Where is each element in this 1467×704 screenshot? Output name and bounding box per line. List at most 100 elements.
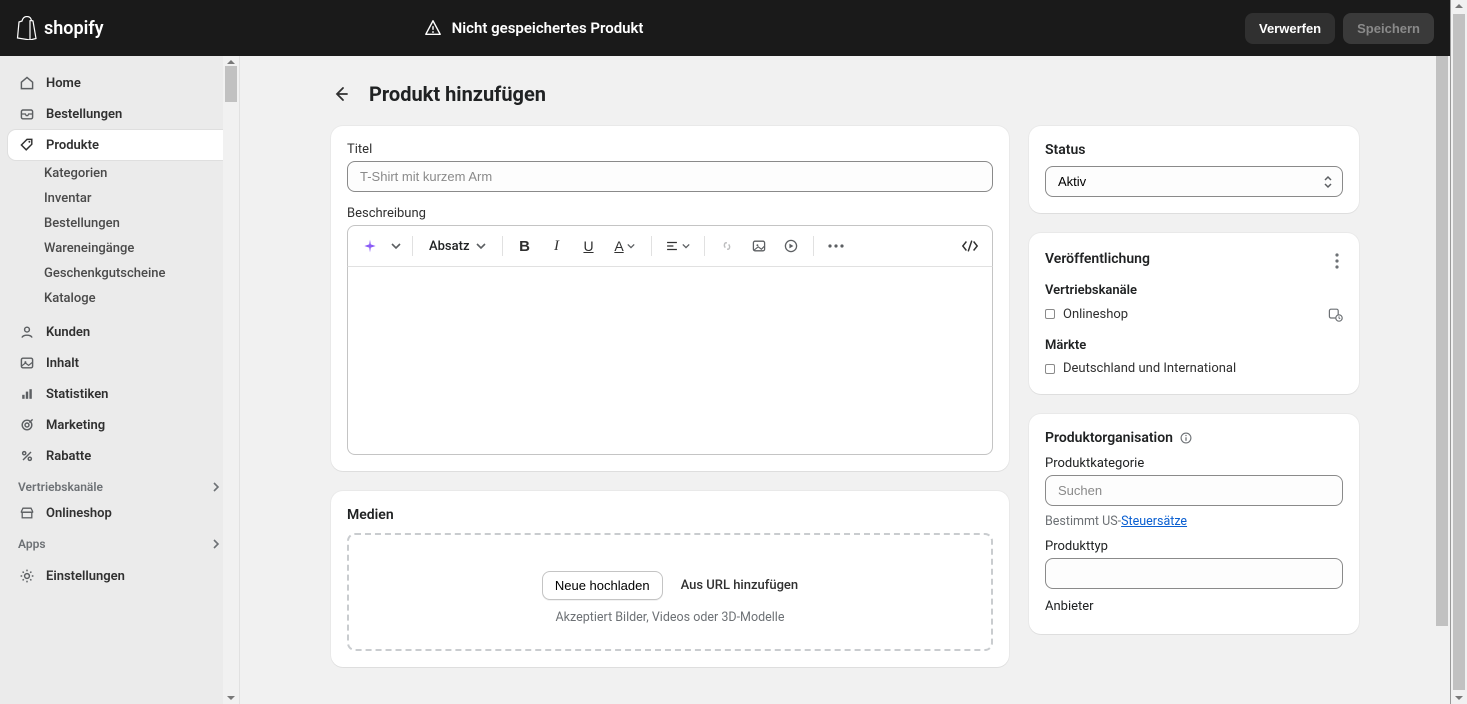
nav-sub-incoming[interactable]: Wareneingänge (8, 236, 231, 261)
sidebar-scrollbar[interactable] (223, 56, 239, 704)
nav-products[interactable]: Produkte (8, 130, 231, 160)
nav-sub-giftcards[interactable]: Geschenkgutscheine (8, 261, 231, 286)
media-dropzone[interactable]: Neue hochladen Aus URL hinzufügen Akzept… (347, 533, 993, 651)
info-icon[interactable] (1179, 431, 1193, 445)
vendor-label: Anbieter (1045, 599, 1343, 614)
channels-section-label[interactable]: Vertriebskanäle (8, 472, 231, 498)
category-label: Produktkategorie (1045, 456, 1343, 471)
nav-content-label: Inhalt (46, 356, 79, 371)
category-search-input[interactable] (1045, 475, 1343, 506)
channel-onlinestore: Onlineshop (1045, 304, 1343, 324)
brand-logo[interactable]: shopify (16, 16, 104, 40)
nav-content[interactable]: Inhalt (8, 348, 231, 378)
ai-chevron-button[interactable] (388, 232, 404, 260)
window-scrollbar[interactable] (1451, 0, 1467, 704)
nav-discounts-label: Rabatte (46, 449, 91, 464)
nav-products-label: Produkte (46, 138, 99, 153)
scroll-down-icon (226, 693, 236, 703)
image-icon (18, 354, 36, 372)
underline-button[interactable]: U (575, 232, 603, 260)
editor-toolbar: Absatz B I U A (347, 225, 993, 267)
nav-settings[interactable]: Einstellungen (8, 561, 231, 591)
nav-marketing[interactable]: Marketing (8, 410, 231, 440)
align-button[interactable] (660, 232, 696, 260)
inbox-icon (18, 105, 36, 123)
nav-customers[interactable]: Kunden (8, 317, 231, 347)
type-input[interactable] (1045, 558, 1343, 589)
video-button[interactable] (777, 232, 805, 260)
card-organization: Produktorganisation Produktkategorie Bes… (1029, 414, 1359, 634)
publishing-menu-button[interactable] (1331, 249, 1343, 273)
chevron-down-icon (682, 242, 690, 250)
more-button[interactable] (822, 232, 850, 260)
main-scrollbar[interactable] (1434, 56, 1450, 704)
channels-heading: Vertriebskanäle (1045, 283, 1343, 298)
target-icon (18, 416, 36, 434)
title-label: Titel (347, 142, 993, 157)
from-url-link[interactable]: Aus URL hinzufügen (681, 578, 799, 593)
nav-sub-categories[interactable]: Kategorien (8, 161, 231, 186)
scroll-down-icon (1454, 694, 1464, 702)
media-label: Medien (347, 507, 993, 523)
card-title-desc: Titel Beschreibung Absatz (331, 126, 1009, 471)
brand-text: shopify (44, 18, 104, 39)
percent-icon (18, 447, 36, 465)
sidebar-scroll-thumb[interactable] (225, 66, 237, 102)
upload-button[interactable]: Neue hochladen (542, 571, 663, 600)
scroll-up-icon (1454, 2, 1464, 10)
warning-icon (424, 19, 442, 37)
type-label: Produkttyp (1045, 539, 1343, 554)
nav-onlinestore[interactable]: Onlineshop (8, 498, 231, 528)
bars-icon (18, 385, 36, 403)
nav-home-label: Home (46, 76, 81, 91)
ring-icon (1045, 309, 1055, 319)
main-scroll-thumb[interactable] (1436, 56, 1448, 626)
code-view-button[interactable] (956, 232, 984, 260)
calendar-clock-icon (1327, 306, 1343, 322)
editor-body[interactable] (347, 267, 993, 455)
sidebar: Home Bestellungen Produkte Kategorien In… (0, 56, 240, 704)
bold-button[interactable]: B (511, 232, 539, 260)
chevron-down-icon (391, 241, 401, 251)
publishing-title: Veröffentlichung (1045, 251, 1150, 267)
arrow-left-icon (331, 84, 351, 104)
window-scroll-thumb[interactable] (1453, 14, 1465, 690)
card-status: Status Aktiv (1029, 126, 1359, 213)
unsaved-text: Nicht gespeichertes Produkt (452, 19, 644, 37)
back-button[interactable] (327, 80, 355, 108)
media-help: Akzeptiert Bilder, Videos oder 3D-Modell… (365, 610, 975, 625)
nav-customers-label: Kunden (46, 325, 90, 340)
nav-sub-catalogs[interactable]: Kataloge (8, 286, 231, 311)
nav-sub-orders[interactable]: Bestellungen (8, 211, 231, 236)
discard-button[interactable]: Verwerfen (1245, 13, 1335, 44)
nav-marketing-label: Marketing (46, 418, 105, 433)
nav-orders[interactable]: Bestellungen (8, 99, 231, 129)
person-icon (18, 323, 36, 341)
italic-button[interactable]: I (543, 232, 571, 260)
paragraph-select[interactable]: Absatz (421, 235, 494, 258)
nav-onlinestore-label: Onlineshop (46, 506, 112, 521)
text-color-button[interactable]: A (607, 232, 643, 260)
status-select[interactable]: Aktiv (1045, 166, 1343, 197)
image-button[interactable] (745, 232, 773, 260)
title-input[interactable] (347, 161, 993, 192)
shopify-bag-icon (16, 16, 38, 40)
home-icon (18, 74, 36, 92)
nav-discounts[interactable]: Rabatte (8, 441, 231, 471)
tag-icon (18, 136, 36, 154)
save-button: Speichern (1343, 13, 1434, 44)
nav-orders-label: Bestellungen (46, 107, 122, 122)
link-button[interactable] (713, 232, 741, 260)
nav-sub-inventory[interactable]: Inventar (8, 186, 231, 211)
tax-help: Bestimmt US-Steuersätze (1045, 514, 1343, 529)
schedule-button[interactable] (1327, 306, 1343, 322)
tax-link[interactable]: Steuersätze (1121, 514, 1187, 529)
kebab-icon (1335, 253, 1339, 269)
status-label: Status (1045, 142, 1343, 158)
apps-section-label[interactable]: Apps (8, 529, 231, 555)
nav-analytics[interactable]: Statistiken (8, 379, 231, 409)
ai-sparkle-button[interactable] (356, 232, 384, 260)
main-content: Produkt hinzufügen Titel Beschreibung (240, 56, 1450, 704)
markets-heading: Märkte (1045, 338, 1343, 353)
nav-home[interactable]: Home (8, 68, 231, 98)
